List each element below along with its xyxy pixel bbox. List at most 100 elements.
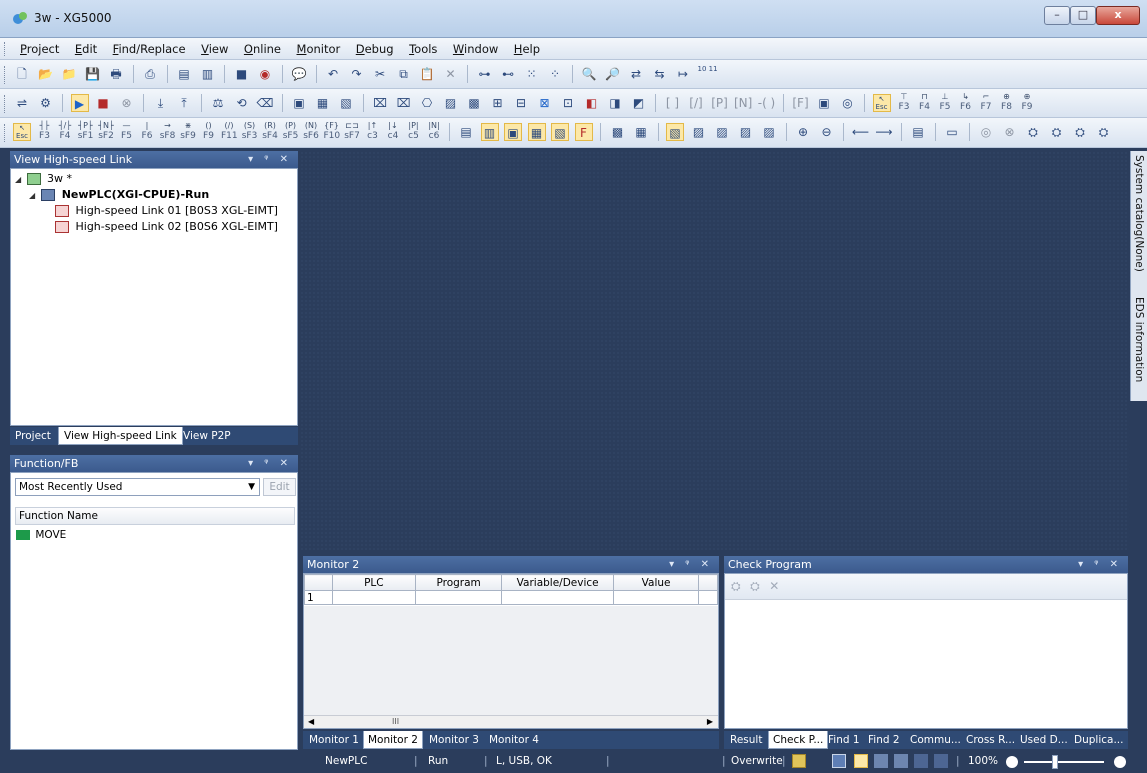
- tab-find-1[interactable]: Find 1: [824, 731, 864, 749]
- ladder-fkey-c5[interactable]: |P| c5: [406, 121, 422, 141]
- delete-icon[interactable]: ✕: [442, 65, 460, 83]
- tab-duplicate[interactable]: Duplica...: [1070, 731, 1127, 749]
- device-comment-icon[interactable]: ▨: [690, 123, 708, 141]
- find-icon[interactable]: 🔍: [580, 65, 598, 83]
- insert-line-icon[interactable]: ⊶: [476, 65, 494, 83]
- ladder-fkey-sf4[interactable]: (R) sF4: [262, 121, 278, 141]
- function-list-item[interactable]: MOVE: [16, 528, 66, 542]
- breakpoint-icon[interactable]: ◎: [839, 94, 857, 112]
- tree-root[interactable]: ◢ 3w *: [15, 171, 72, 188]
- connect-icon[interactable]: ⇌: [13, 94, 31, 112]
- output-icon[interactable]: ▭: [943, 123, 961, 141]
- fault-mask-icon[interactable]: ⊠: [536, 94, 554, 112]
- variable-device-column-header[interactable]: Variable/Device: [501, 574, 614, 591]
- skip-io-icon[interactable]: ⊟: [512, 94, 530, 112]
- run-to-cursor-icon[interactable]: ⛭: [1095, 123, 1113, 141]
- clear-icon[interactable]: ⌫: [256, 94, 274, 112]
- ladder-fkey-c3[interactable]: |↑ c3: [365, 121, 381, 141]
- toolbar-grip[interactable]: [4, 66, 7, 84]
- view-sfc-icon[interactable]: ▦: [527, 123, 546, 141]
- delete-cell-icon[interactable]: ⁘: [546, 65, 564, 83]
- ladder-fkey-f6[interactable]: | F6: [139, 121, 155, 141]
- replace-device-icon[interactable]: ⇆: [651, 65, 669, 83]
- online-settings-icon[interactable]: ⚙: [37, 94, 55, 112]
- save-icon[interactable]: 💾: [84, 65, 102, 83]
- ladder-fkey-sf1[interactable]: ┤P├ sF1: [78, 121, 94, 141]
- ladder-select-icon[interactable]: ↖ Esc: [13, 123, 31, 141]
- scroll-right-icon[interactable]: ▶: [707, 717, 713, 726]
- minimize-button[interactable]: –: [1044, 6, 1070, 25]
- zoom-in-icon[interactable]: ⊕: [794, 123, 812, 141]
- set-module-icon[interactable]: ◧: [583, 94, 601, 112]
- reset-icon[interactable]: ⟲: [233, 94, 251, 112]
- check-program-panel-controls[interactable]: ▾ ᵠ ✕: [1078, 556, 1122, 573]
- tab-view-hs-link[interactable]: View High-speed Link: [58, 427, 183, 445]
- ladder-fkey-f10[interactable]: {F} F10: [324, 121, 341, 141]
- copy-icon[interactable]: ⧉: [395, 65, 413, 83]
- goto-step-icon[interactable]: 10 11: [698, 65, 718, 83]
- project-window-icon[interactable]: ▤: [175, 65, 193, 83]
- menu-help[interactable]: Help: [508, 38, 546, 60]
- menu-monitor[interactable]: Monitor: [291, 38, 347, 60]
- ladder-fkey-f4[interactable]: ┤/├ F4: [57, 121, 73, 141]
- view-full-icon[interactable]: [934, 754, 948, 768]
- function-category-select[interactable]: Most Recently Used ▼: [15, 478, 260, 496]
- coil-icon[interactable]: -( ): [758, 94, 776, 112]
- tab-used-device[interactable]: Used D...: [1016, 731, 1072, 749]
- cut-icon[interactable]: ✂: [371, 65, 389, 83]
- tree-link-item[interactable]: High-speed Link 01 [B0S3 XGL-EIMT]: [55, 203, 278, 219]
- fkey-f9[interactable]: ⊕ F9: [1019, 92, 1035, 112]
- menu-view[interactable]: View: [195, 38, 234, 60]
- custom-event-icon[interactable]: ⎔: [418, 94, 436, 112]
- menu-tools[interactable]: Tools: [403, 38, 443, 60]
- run-icon[interactable]: ▶: [70, 94, 89, 112]
- ladder-fkey-sf3[interactable]: (S) sF3: [242, 121, 258, 141]
- tab-system-catalog[interactable]: System catalog(None): [1133, 155, 1145, 272]
- module-change-icon[interactable]: ⊡: [559, 94, 577, 112]
- redo-icon[interactable]: ↷: [348, 65, 366, 83]
- debug-start-icon[interactable]: ◎: [977, 123, 995, 141]
- goto-icon[interactable]: ↦: [674, 65, 692, 83]
- fkey-f8[interactable]: ⊕ F8: [999, 92, 1015, 112]
- variable-comment-icon[interactable]: ▨: [713, 123, 731, 141]
- fkey-f6[interactable]: ↳ F6: [958, 92, 974, 112]
- open-project-icon[interactable]: 📂: [37, 65, 55, 83]
- data-trace-icon[interactable]: ▨: [442, 94, 460, 112]
- maximize-button[interactable]: □: [1070, 6, 1096, 25]
- undo-icon[interactable]: ↶: [324, 65, 342, 83]
- device-view-icon[interactable]: ▦: [632, 123, 650, 141]
- variable-window-icon[interactable]: ▥: [199, 65, 217, 83]
- view-st-icon[interactable]: ▣: [504, 123, 522, 141]
- contact-close-icon[interactable]: [/]: [687, 94, 705, 112]
- program-column-header[interactable]: Program: [414, 574, 503, 591]
- new-project-icon[interactable]: 🗋: [13, 65, 31, 83]
- ladder-fkey-sf8[interactable]: → sF8: [160, 121, 176, 141]
- tab-communication[interactable]: Commu...: [906, 731, 965, 749]
- view-func-icon[interactable]: F: [574, 123, 593, 141]
- delete-line-icon[interactable]: ⊷: [499, 65, 517, 83]
- ladder-fkey-f11[interactable]: (/) F11: [221, 121, 238, 141]
- ladder-fkey-f5[interactable]: — F5: [119, 121, 135, 141]
- device-monitor-icon[interactable]: ▧: [337, 94, 355, 112]
- force-io-icon[interactable]: ⊞: [489, 94, 507, 112]
- paste-icon[interactable]: 📋: [418, 65, 436, 83]
- function-block-icon[interactable]: [F]: [792, 94, 810, 112]
- fkey-f5[interactable]: ⊥ F5: [937, 92, 953, 112]
- program-cell[interactable]: [414, 590, 503, 605]
- ladder-fkey-c4[interactable]: |↓ c4: [385, 121, 401, 141]
- write-icon[interactable]: ⤓: [152, 94, 170, 112]
- function-fb-panel-controls[interactable]: ▾ ᵠ ✕: [248, 455, 292, 472]
- compare-icon[interactable]: ⚖: [209, 94, 227, 112]
- print-preview-icon[interactable]: ⎙: [141, 65, 159, 83]
- tab-result[interactable]: Result: [726, 731, 766, 749]
- fkey-f7[interactable]: ⌐ F7: [978, 92, 994, 112]
- table-row[interactable]: 1: [304, 590, 718, 605]
- tab-check-program[interactable]: Check P...: [768, 731, 829, 749]
- next-position-icon[interactable]: ⟶: [875, 123, 893, 141]
- menu-online[interactable]: Online: [238, 38, 287, 60]
- contact-open-icon[interactable]: [ ]: [664, 94, 682, 112]
- variable-view-icon[interactable]: ▩: [609, 123, 627, 141]
- step-in-icon[interactable]: ⛭: [1048, 123, 1066, 141]
- tab-cross-reference[interactable]: Cross R...: [962, 731, 1019, 749]
- view-split-icon[interactable]: [874, 754, 888, 768]
